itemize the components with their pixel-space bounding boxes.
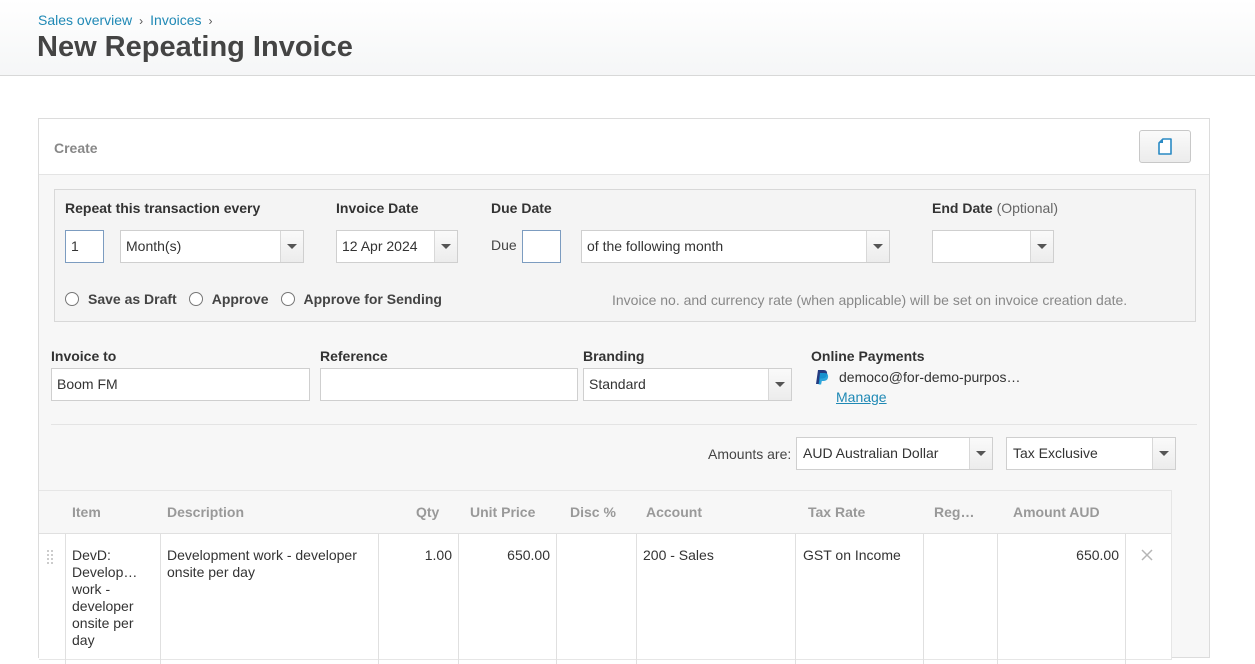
document-icon [1158,138,1172,155]
due-terms-value: of the following month [587,238,724,254]
line-items-table: Item Description Qty Unit Price Disc % A… [39,490,1172,664]
breadcrumb-separator: › [139,14,144,28]
repeat-period-select[interactable]: Month(s) [120,230,304,263]
paypal-icon [816,370,829,385]
radio-label: Approve for Sending [303,291,442,307]
online-payments-label: Online Payments [811,348,925,364]
header-description: Description [167,504,245,520]
manage-payments-link[interactable]: Manage [836,389,887,405]
chevron-down-icon[interactable] [866,231,889,262]
header-unit-price: Unit Price [470,504,536,520]
panel-title: Create [54,140,98,156]
table-header: Item Description Qty Unit Price Disc % A… [39,491,1171,534]
breadcrumb-invoices[interactable]: Invoices [150,12,201,28]
branding-select[interactable]: Standard [583,368,792,401]
invoice-to-input[interactable]: Boom FM [51,368,310,401]
breadcrumb: Sales overview › Invoices › [38,12,220,28]
branding-label: Branding [583,348,645,364]
invoice-date-picker[interactable]: 12 Apr 2024 [336,230,458,263]
section-divider [51,424,1197,425]
repeat-interval-input[interactable]: 1 [65,230,104,263]
header-region: Reg… [934,504,975,520]
chevron-down-icon[interactable] [1030,231,1053,262]
cell-account[interactable]: 200 - Sales [643,547,793,564]
breadcrumb-separator: › [208,14,213,28]
header-tax-rate: Tax Rate [808,504,866,520]
branding-value: Standard [589,376,646,392]
repeat-period-value: Month(s) [126,238,182,254]
online-payments-account: democo@for-demo-purpos… [815,369,1021,385]
chevron-down-icon[interactable] [434,231,457,262]
repeat-label: Repeat this transaction every [65,200,261,216]
cell-item[interactable]: DevD: Develop… work - developer onsite p… [72,547,152,649]
reference-label: Reference [320,348,388,364]
chevron-down-icon[interactable] [969,438,992,469]
delete-row-icon[interactable] [1139,547,1155,563]
page-title: New Repeating Invoice [37,31,353,63]
end-date-picker[interactable] [932,230,1054,263]
repeat-settings: Repeat this transaction every 1 Month(s)… [54,189,1196,322]
save-options: Save as Draft Approve Approve for Sendin… [65,291,454,307]
chevron-down-icon[interactable] [280,231,303,262]
end-date-label-text: End Date [932,200,993,216]
radio-save-as-draft[interactable]: Save as Draft [65,291,177,307]
online-payments-email: democo@for-demo-purpos… [839,369,1021,385]
document-button[interactable] [1139,130,1191,163]
radio-approve[interactable]: Approve [188,291,269,307]
optional-hint: (Optional) [996,200,1059,216]
tax-mode-select[interactable]: Tax Exclusive [1006,437,1176,470]
tax-mode-value: Tax Exclusive [1013,445,1098,461]
radio-label: Approve [211,291,269,307]
radio-circle[interactable] [65,292,79,306]
header-amount: Amount AUD [1013,504,1100,520]
cell-tax-rate[interactable]: GST on Income [803,547,921,564]
amounts-label: Amounts are: [708,446,792,462]
currency-value: AUD Australian Dollar [803,445,939,461]
invoice-date-value: 12 Apr 2024 [342,238,418,254]
due-day-input[interactable] [522,230,561,263]
header-qty: Qty [416,504,440,520]
panel-header: Create [39,119,1209,175]
cell-qty[interactable]: 1.00 [379,547,452,564]
invoice-to-label: Invoice to [51,348,117,364]
due-prefix: Due [491,237,517,253]
header-item: Item [72,504,101,520]
page-header: Sales overview › Invoices › New Repeating I… [0,0,1255,76]
invoice-panel: Create Repeat this transaction every 1 M… [38,118,1210,664]
due-date-label: Due Date [491,200,552,216]
reference-input[interactable] [320,368,578,401]
radio-approve-for-sending[interactable]: Approve for Sending [280,291,442,307]
cell-unit-price[interactable]: 650.00 [459,547,550,564]
end-date-label: End Date (Optional) [932,200,1058,216]
due-terms-select[interactable]: of the following month [581,230,890,263]
breadcrumb-sales-overview[interactable]: Sales overview [38,12,132,28]
header-account: Account [646,504,702,520]
radio-circle[interactable] [188,292,203,306]
header-discount: Disc % [570,504,616,520]
cell-description[interactable]: Development work - developer onsite per … [167,547,375,581]
invoice-date-label: Invoice Date [336,200,419,216]
currency-select[interactable]: AUD Australian Dollar [796,437,993,470]
drag-handle-icon[interactable] [47,550,55,564]
cell-amount[interactable]: 650.00 [998,547,1119,564]
radio-label: Save as Draft [88,291,177,307]
chevron-down-icon[interactable] [768,369,791,400]
creation-note: Invoice no. and currency rate (when appl… [612,292,1128,308]
chevron-down-icon[interactable] [1152,438,1175,469]
radio-circle[interactable] [280,292,295,306]
